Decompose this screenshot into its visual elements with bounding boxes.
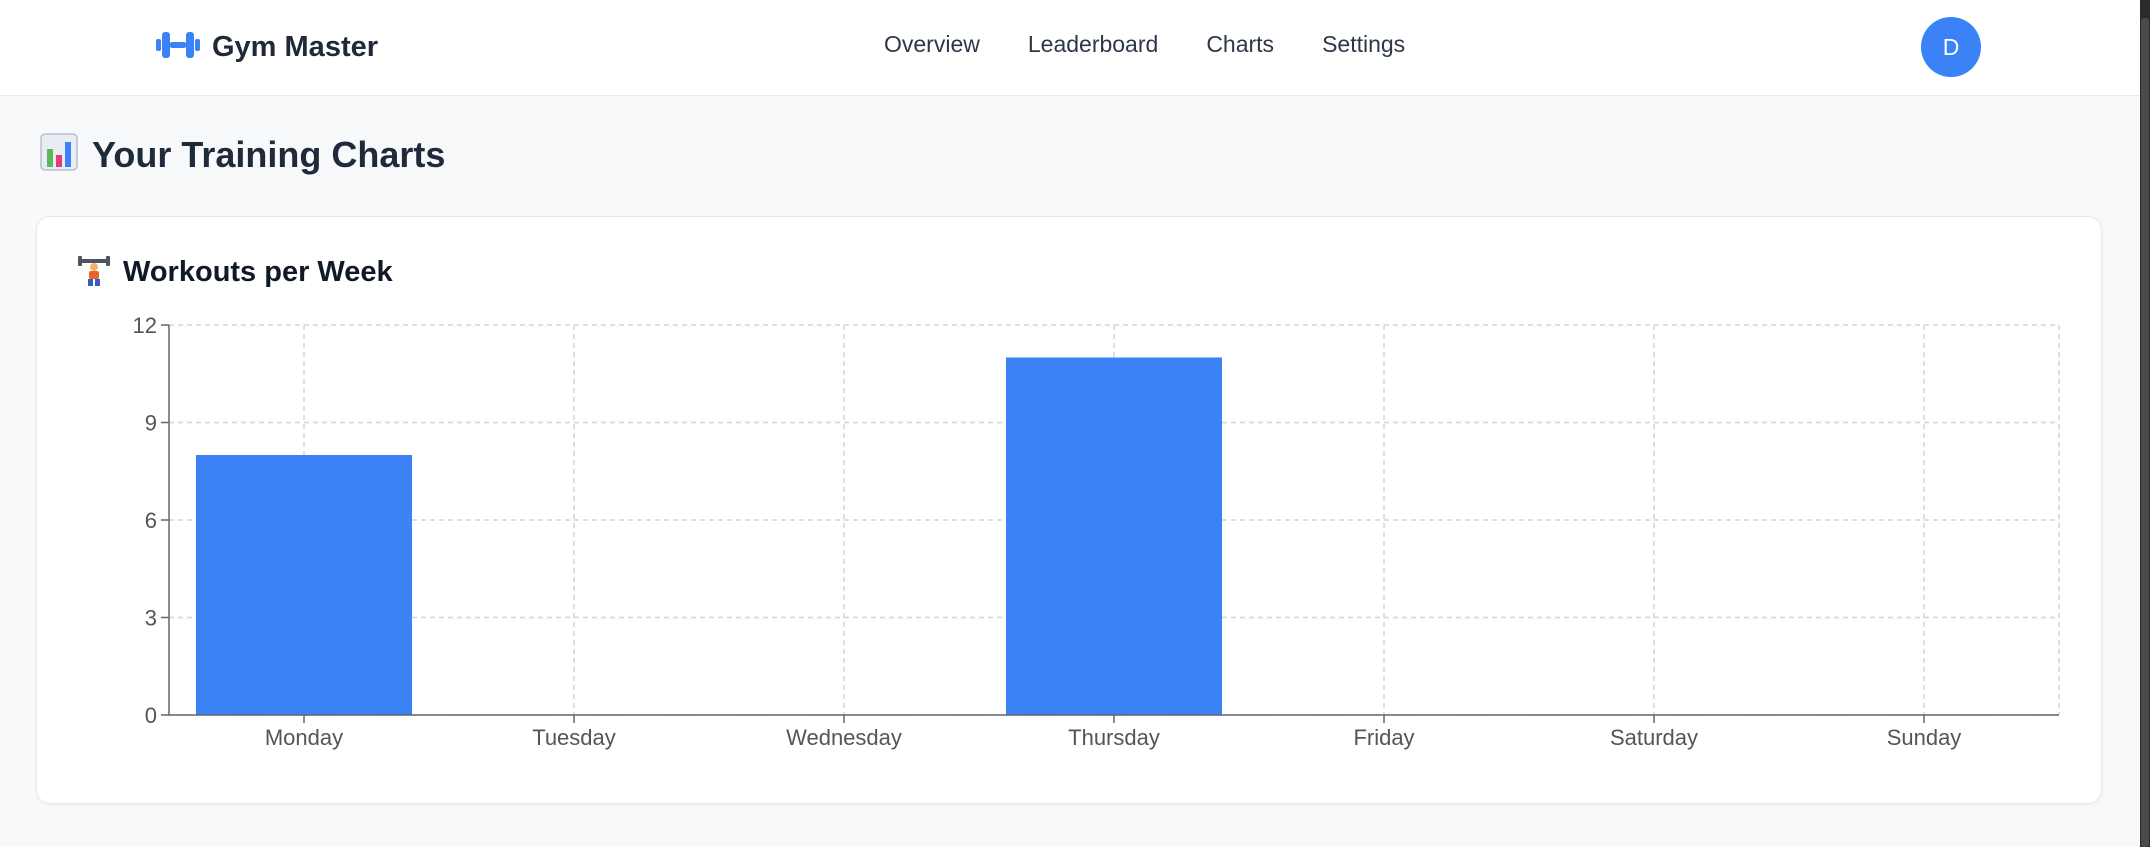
nav-settings[interactable]: Settings — [1322, 31, 1405, 58]
y-tick-label: 0 — [145, 703, 157, 728]
scrollbar-thumb[interactable] — [2141, 18, 2149, 847]
nav-charts[interactable]: Charts — [1206, 31, 1274, 58]
bar-thursday — [1006, 357, 1222, 715]
x-tick-label: Wednesday — [786, 725, 902, 750]
avatar[interactable]: D — [1921, 17, 1981, 77]
bar-monday — [196, 455, 412, 715]
page-title-text: Your Training Charts — [92, 133, 446, 175]
nav-overview[interactable]: Overview — [884, 31, 980, 58]
x-tick-label: Sunday — [1887, 725, 1962, 750]
x-tick-label: Friday — [1353, 725, 1414, 750]
y-tick-label: 12 — [133, 313, 157, 338]
x-tick-label: Saturday — [1610, 725, 1698, 750]
main-nav: Overview Leaderboard Charts Settings — [884, 31, 1453, 58]
x-tick-label: Tuesday — [532, 725, 616, 750]
y-tick-label: 3 — [145, 606, 157, 631]
y-tick-label: 9 — [145, 411, 157, 436]
brand[interactable]: Gym Master — [154, 26, 378, 68]
workouts-bar-chart: 0 3 6 9 12 Monday Tuesday Wednesday Thursday Frid… — [133, 313, 2060, 750]
workouts-chart-card: Workouts per Week 0 3 6 9 12 Monday Tuesday Wed… — [36, 216, 2102, 804]
bar-chart-icon — [40, 133, 78, 176]
brand-name: Gym Master — [212, 30, 379, 63]
x-tick-label: Thursday — [1068, 725, 1160, 750]
top-navbar: Gym Master Overview Leaderboard Charts S… — [0, 0, 2140, 96]
page-title: Your Training Charts — [40, 133, 445, 176]
dumbbell-icon — [154, 25, 202, 70]
x-tick-label: Monday — [265, 725, 343, 750]
y-tick-label: 6 — [145, 508, 157, 533]
nav-leaderboard[interactable]: Leaderboard — [1028, 31, 1158, 58]
